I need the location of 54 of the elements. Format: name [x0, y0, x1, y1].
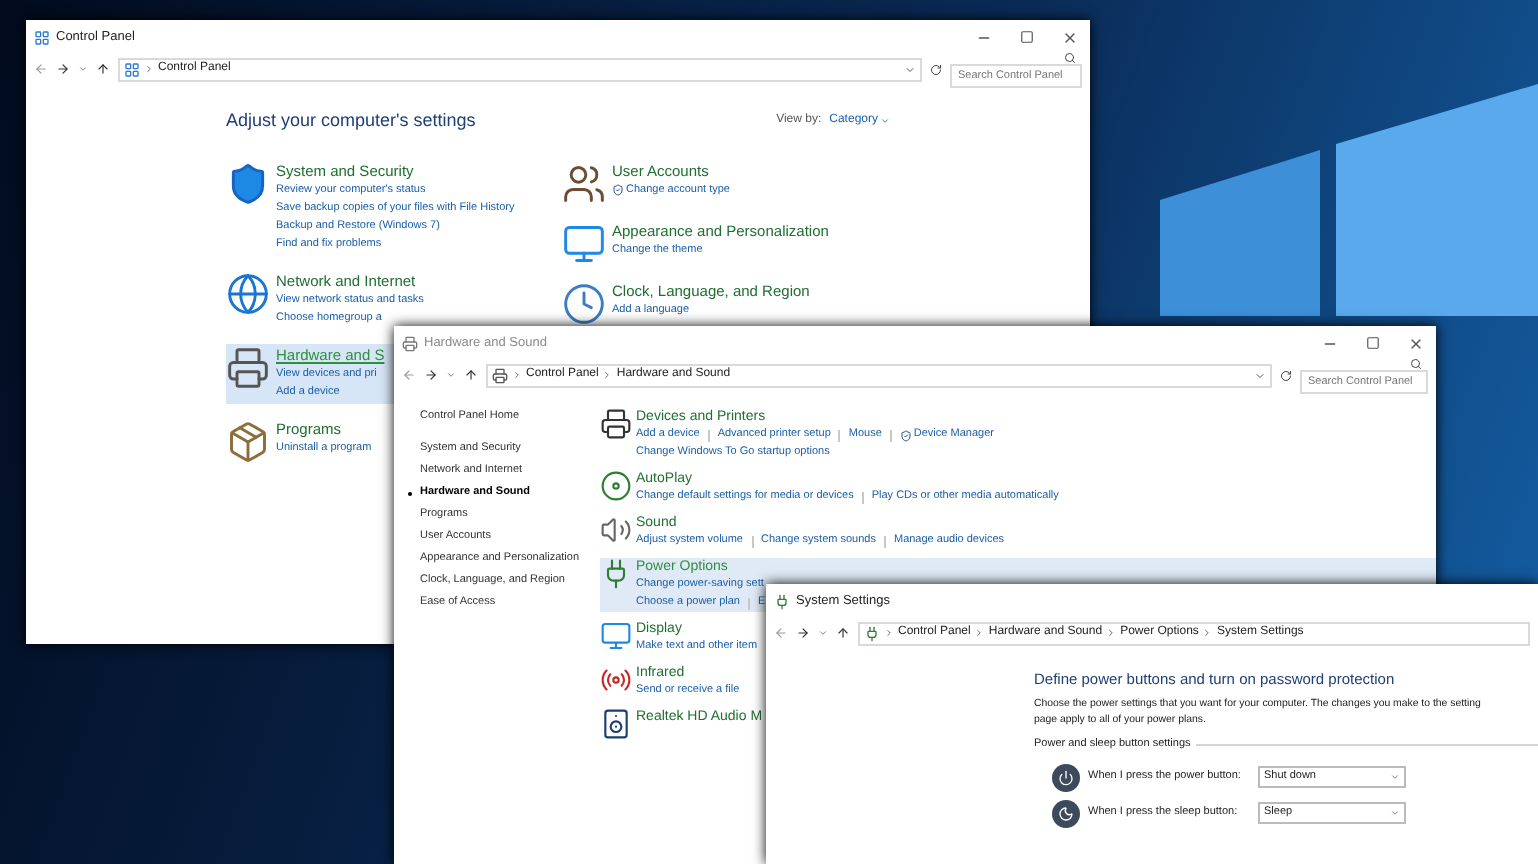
clock-icon — [562, 281, 606, 325]
grid-icon — [34, 29, 50, 45]
chevron-icon — [974, 628, 985, 638]
shield-icon — [899, 429, 912, 441]
printer-icon — [402, 335, 418, 351]
radio-icon — [600, 664, 632, 696]
search-icon[interactable] — [1410, 357, 1422, 369]
monitor-icon — [562, 221, 606, 265]
close-icon[interactable] — [1062, 29, 1078, 45]
printer-icon — [492, 367, 508, 383]
chevron-icon — [602, 370, 613, 380]
back-icon[interactable] — [774, 626, 788, 640]
shield-icon — [612, 184, 624, 196]
speaker-icon — [600, 708, 632, 740]
back-icon[interactable] — [402, 368, 416, 382]
chevron-icon — [884, 628, 894, 638]
globe-icon — [226, 271, 270, 315]
search-icon[interactable] — [1064, 51, 1076, 63]
forward-icon[interactable] — [796, 626, 810, 640]
disc-icon — [600, 470, 632, 502]
page-heading: Adjust your computer's settings — [226, 108, 476, 134]
shield-icon — [226, 161, 270, 205]
caret-icon[interactable] — [446, 370, 456, 380]
chevron-icon — [144, 64, 154, 74]
back-icon[interactable] — [34, 62, 48, 76]
chevron-icon — [1106, 628, 1117, 638]
caret-icon — [1390, 772, 1400, 782]
plug-icon — [774, 593, 790, 609]
printer-icon — [600, 408, 632, 440]
close-icon[interactable] — [1408, 335, 1424, 351]
monitor-icon — [600, 620, 632, 652]
refresh-icon[interactable] — [1280, 369, 1292, 381]
maximize-icon[interactable] — [1020, 30, 1034, 44]
grid-icon — [124, 61, 140, 77]
printer-icon — [226, 345, 270, 389]
caret-icon[interactable] — [818, 628, 828, 638]
caret-icon[interactable] — [78, 64, 88, 74]
chevron-icon — [1202, 628, 1213, 638]
forward-icon[interactable] — [424, 368, 438, 382]
moon-icon — [1052, 799, 1080, 827]
refresh-icon[interactable] — [930, 63, 942, 75]
chevron-icon — [512, 370, 522, 380]
caret-icon — [1390, 808, 1400, 818]
forward-icon[interactable] — [56, 62, 70, 76]
plug-icon — [864, 625, 880, 641]
users-icon — [562, 161, 606, 205]
speaker-icon — [600, 514, 632, 546]
package-icon — [226, 419, 270, 463]
maximize-icon[interactable] — [1366, 336, 1380, 350]
up-icon[interactable] — [96, 62, 110, 76]
caret-icon — [880, 116, 890, 127]
up-icon[interactable] — [836, 626, 850, 640]
power-icon — [1052, 763, 1080, 791]
up-icon[interactable] — [464, 368, 478, 382]
